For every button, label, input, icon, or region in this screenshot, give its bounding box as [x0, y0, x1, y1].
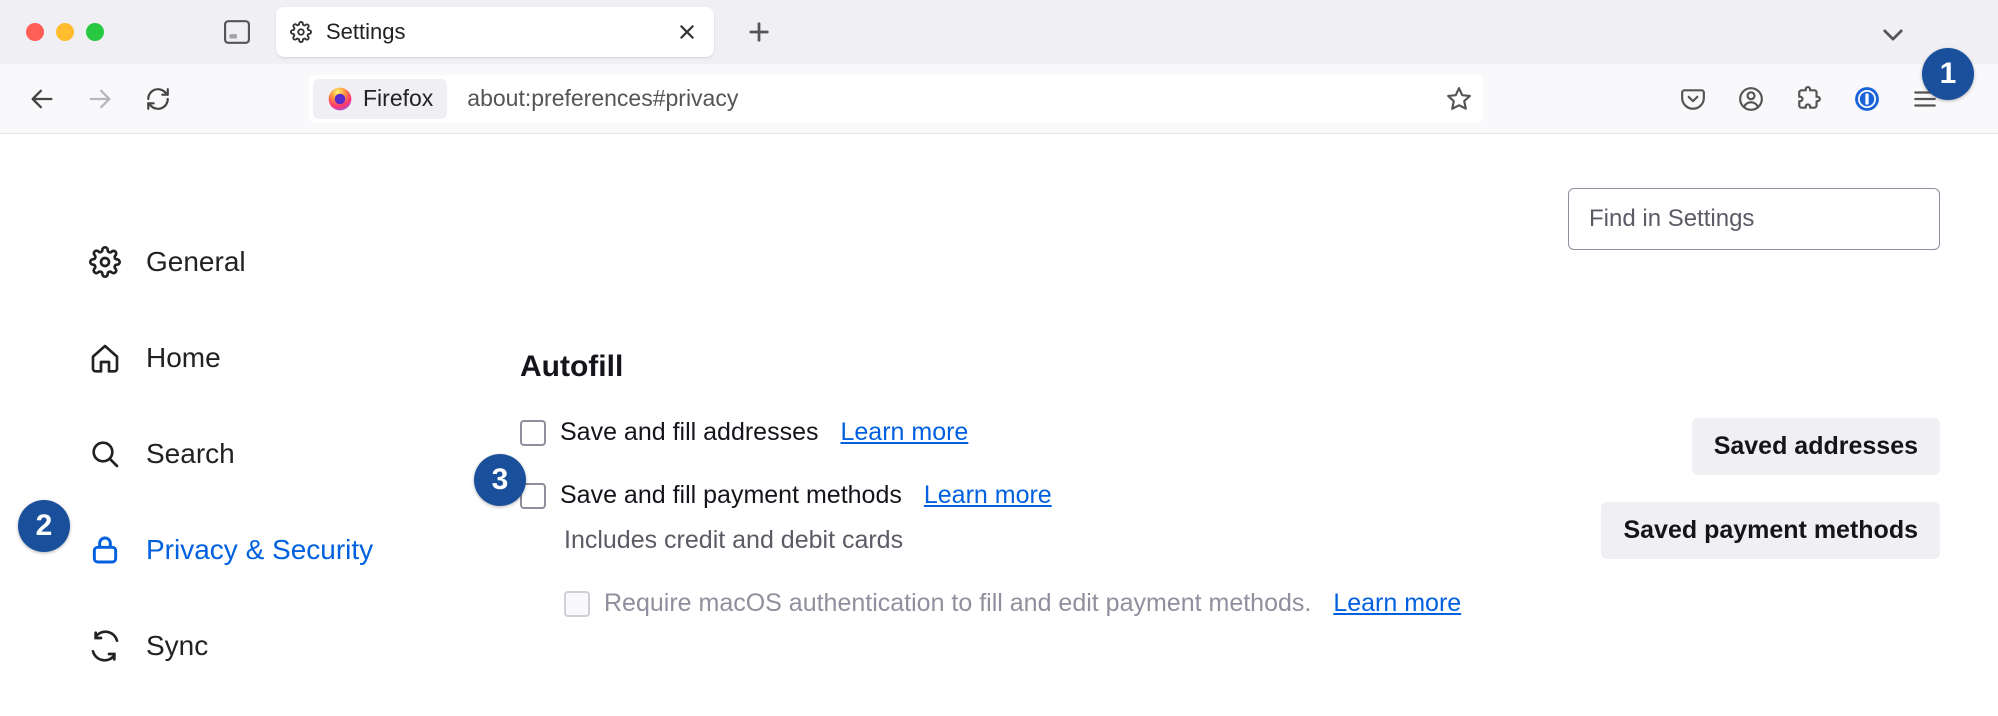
pref-label: Save and fill addresses [560, 418, 818, 447]
saved-addresses-button[interactable]: Saved addresses [1692, 418, 1940, 475]
search-icon [88, 437, 122, 471]
forward-button[interactable] [78, 77, 122, 121]
tab-title: Settings [326, 19, 660, 45]
navigation-toolbar: Firefox about:preferences#privacy [0, 64, 1998, 134]
url-text: about:preferences#privacy [467, 85, 1433, 112]
pref-label: Save and fill payment methods [560, 481, 902, 510]
back-button[interactable] [20, 77, 64, 121]
browser-tab[interactable]: Settings [276, 7, 714, 57]
learn-more-link[interactable]: Learn more [1333, 589, 1461, 618]
sidebar-item-sync[interactable]: Sync [88, 598, 520, 694]
sidebar-item-label: General [146, 246, 246, 278]
window-close-button[interactable] [26, 23, 44, 41]
identity-label: Firefox [363, 85, 433, 112]
home-icon [88, 341, 122, 375]
pocket-button[interactable] [1676, 82, 1710, 116]
gear-icon [290, 21, 312, 43]
window-zoom-button[interactable] [86, 23, 104, 41]
section-title-autofill: Autofill [520, 350, 1998, 384]
sidebar-item-privacy[interactable]: Privacy & Security [88, 502, 520, 598]
window-controls [26, 23, 104, 41]
tab-strip: Settings [0, 0, 1998, 64]
saved-payment-methods-button[interactable]: Saved payment methods [1601, 502, 1940, 559]
sidebar-item-search[interactable]: Search [88, 406, 520, 502]
learn-more-link[interactable]: Learn more [924, 481, 1052, 510]
firefox-icon [327, 86, 353, 112]
checkbox-require-auth [564, 591, 590, 617]
sidebar-toggle-icon[interactable] [224, 20, 250, 44]
1password-button[interactable] [1850, 82, 1884, 116]
bookmark-star-button[interactable] [1439, 79, 1479, 119]
window-minimize-button[interactable] [56, 23, 74, 41]
callout-badge-1: 1 [1922, 48, 1974, 100]
sidebar-item-label: Home [146, 342, 221, 374]
lock-icon [88, 533, 122, 567]
list-all-tabs-button[interactable] [1878, 20, 1908, 50]
settings-sidebar: General Home Search Privacy & Security S… [0, 134, 520, 716]
callout-badge-2: 2 [18, 500, 70, 552]
close-tab-button[interactable] [674, 19, 700, 45]
sidebar-item-home[interactable]: Home [88, 310, 520, 406]
callout-badge-3: 3 [474, 454, 526, 506]
sync-icon [88, 629, 122, 663]
sidebar-item-label: Privacy & Security [146, 534, 373, 566]
identity-box[interactable]: Firefox [313, 79, 447, 119]
learn-more-link[interactable]: Learn more [840, 418, 968, 447]
settings-page: General Home Search Privacy & Security S… [0, 134, 1998, 716]
settings-main: Autofill Save and fill addresses Learn m… [520, 134, 1998, 716]
new-tab-button[interactable] [742, 15, 776, 49]
address-bar[interactable]: Firefox about:preferences#privacy [308, 74, 1484, 124]
sidebar-item-label: Sync [146, 630, 208, 662]
pref-label: Require macOS authentication to fill and… [604, 589, 1311, 618]
account-button[interactable] [1734, 82, 1768, 116]
sidebar-item-general[interactable]: General [88, 214, 520, 310]
reload-button[interactable] [136, 77, 180, 121]
extensions-button[interactable] [1792, 82, 1826, 116]
pref-require-auth-row: Require macOS authentication to fill and… [564, 589, 1998, 618]
find-in-settings-input[interactable] [1568, 188, 1940, 250]
gear-icon [88, 245, 122, 279]
sidebar-item-label: Search [146, 438, 235, 470]
checkbox-save-addresses[interactable] [520, 420, 546, 446]
